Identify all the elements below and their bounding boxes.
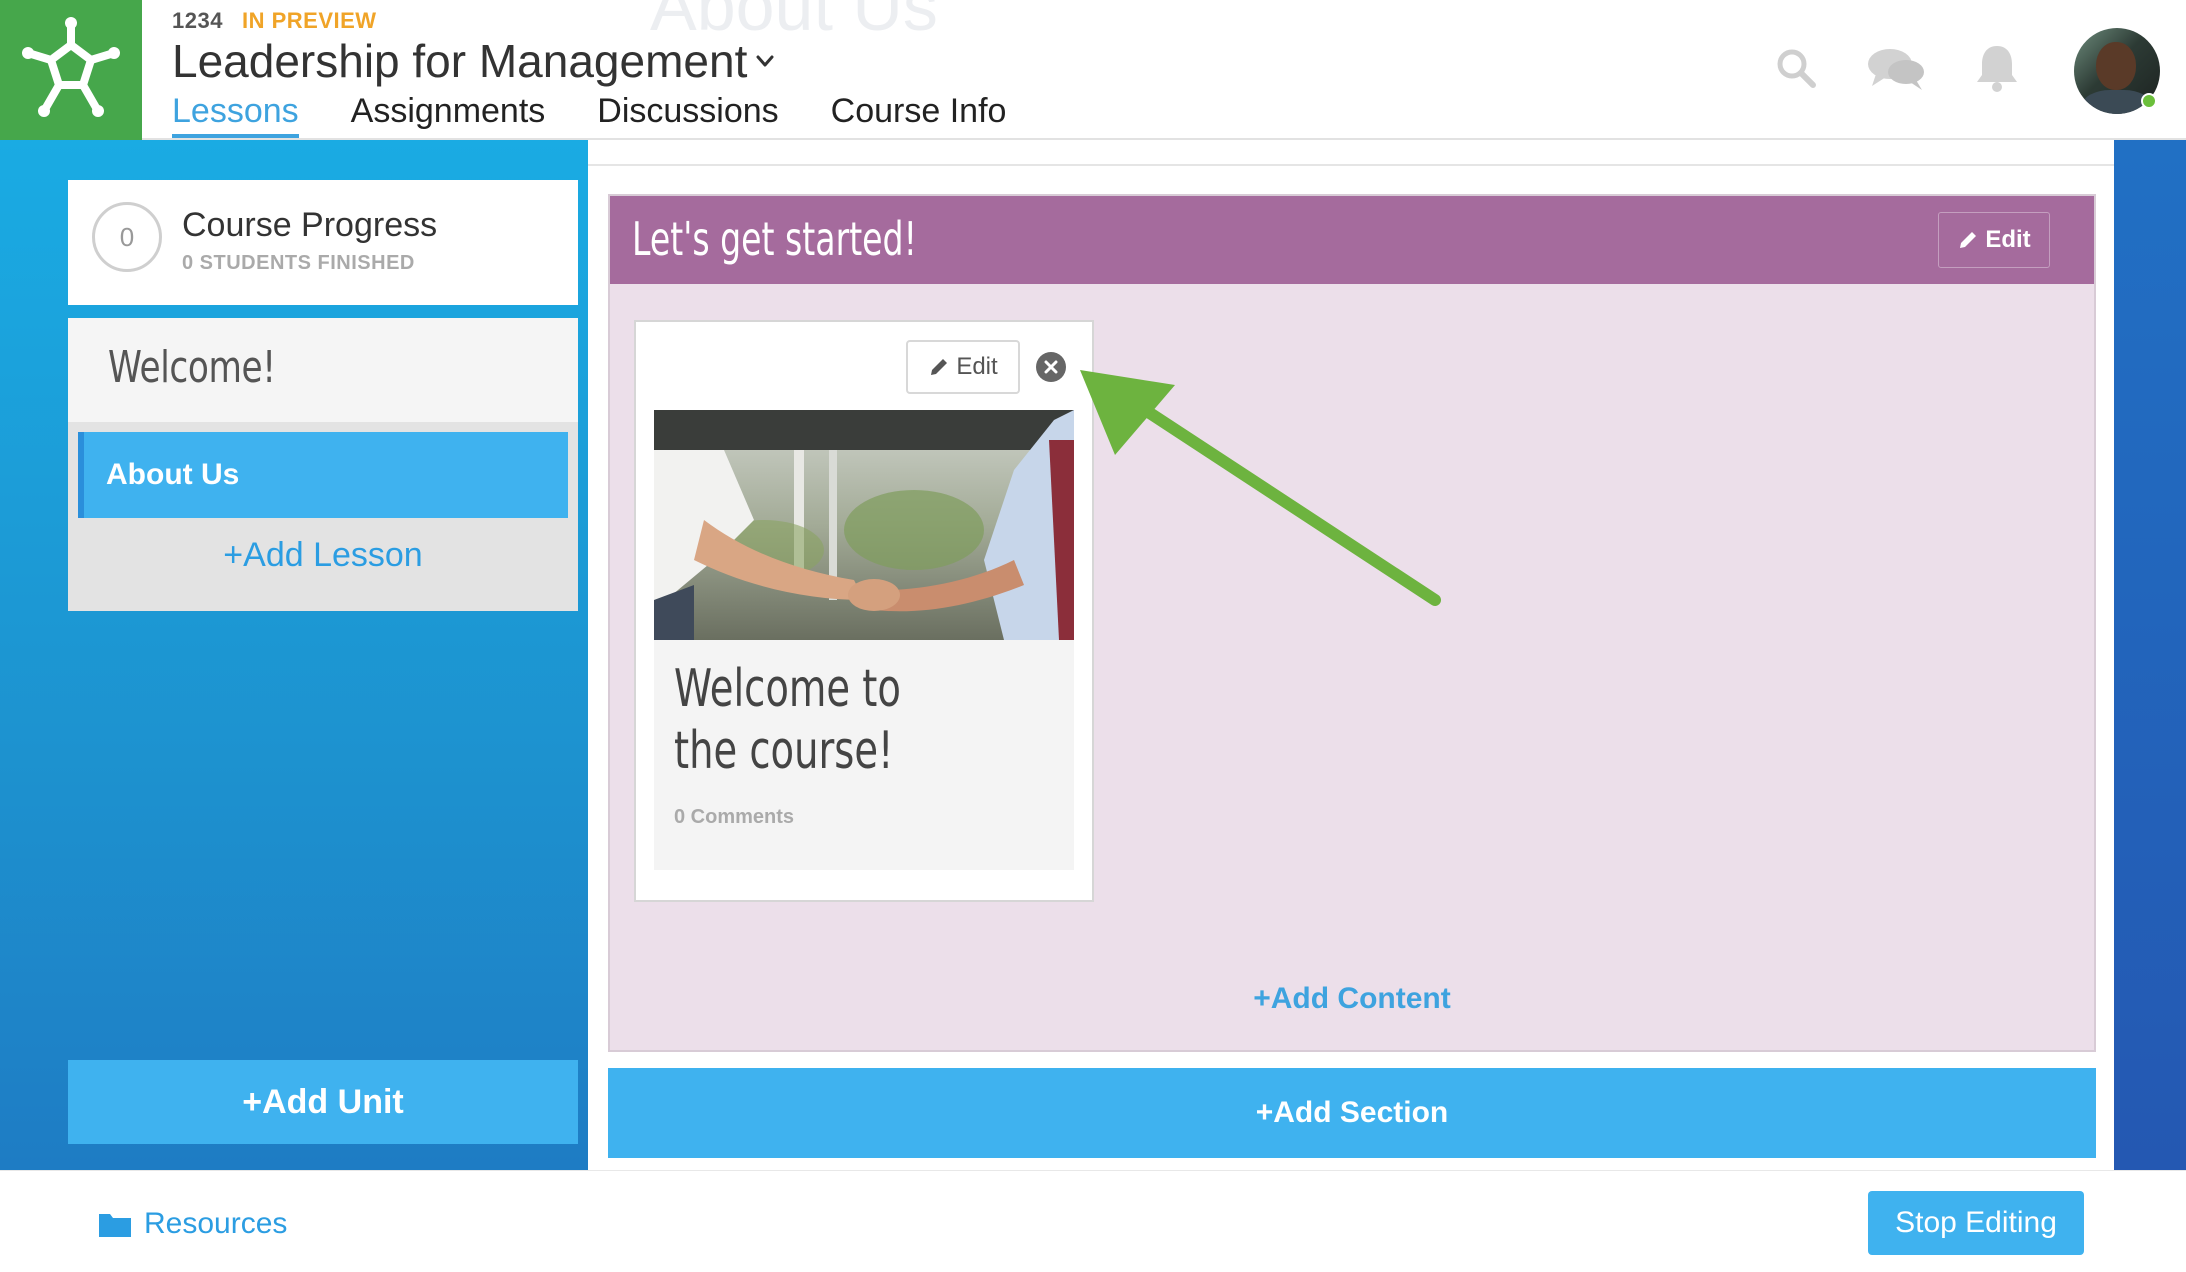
close-icon [1044,360,1058,374]
add-unit-button[interactable]: +Add Unit [68,1060,578,1144]
stop-editing-button[interactable]: Stop Editing [1868,1191,2084,1255]
course-outline-sidebar: 0 Course Progress 0 STUDENTS FINISHED We… [0,140,588,1170]
chat-icon[interactable] [1866,46,1926,92]
add-content-button[interactable]: +Add Content [610,982,2094,1016]
card-comments-count: 0 Comments [674,806,795,828]
card-edit-label: Edit [956,353,998,380]
resources-label: Resources [144,1207,288,1240]
footer-bar: Resources Stop Editing [0,1170,2186,1272]
course-code: 1234 [172,8,223,33]
progress-subtitle: 0 STUDENTS FINISHED [182,252,415,274]
section-title: Let's get started! [632,212,917,266]
unit-card: Welcome! About Us +Add Lesson [68,318,578,611]
course-tabs: Lessons Assignments Discussions Course I… [172,90,1058,138]
handshake-photo [654,410,1074,640]
progress-title: Course Progress [182,206,438,244]
top-navigation-bar: About Us 1234 IN PREVIEW Leadership for … [0,0,2186,140]
course-title: Leadership for Management [172,35,748,87]
section-edit-label: Edit [1985,226,2031,253]
resources-link[interactable]: Resources [98,1207,287,1241]
add-lesson-button[interactable]: +Add Lesson [68,536,578,575]
lesson-label: About Us [106,458,240,491]
pencil-icon [931,359,948,375]
section-header: Let's get started! Edit [610,196,2094,284]
content-card[interactable]: Edit Welcome to the course! 0 Comments [634,320,1094,902]
avatar-face [2096,42,2136,90]
card-remove-button[interactable] [1036,352,1066,382]
card-title: Welcome to the course! [674,659,901,781]
progress-count-circle: 0 [92,202,162,272]
pencil-icon [1960,232,1977,248]
app-logo[interactable] [0,0,142,140]
tab-course-info[interactable]: Course Info [831,90,1007,138]
lesson-content-area: Let's get started! Edit Edit Welcome to … [588,140,2114,1170]
tab-discussions[interactable]: Discussions [597,90,778,138]
card-thumbnail-image [654,410,1074,640]
lesson-section: Let's get started! Edit Edit Welcome to … [608,194,2096,1052]
course-progress-card[interactable]: 0 Course Progress 0 STUDENTS FINISHED [68,180,578,305]
card-edit-button[interactable]: Edit [906,340,1020,394]
course-switcher[interactable]: Leadership for Management [172,34,775,88]
tab-lessons[interactable]: Lessons [172,90,299,138]
add-section-button[interactable]: +Add Section [608,1068,2096,1158]
tab-assignments[interactable]: Assignments [351,90,546,138]
section-edit-button[interactable]: Edit [1938,212,2050,268]
right-edge-strip [2114,140,2186,1170]
unit-title: Welcome! [108,342,276,393]
divider [588,164,2114,166]
folder-icon [99,1214,131,1237]
lesson-item-about-us[interactable]: About Us [78,432,568,518]
logo-star-icon [22,17,120,117]
preview-status-badge: IN PREVIEW [242,8,377,33]
search-icon[interactable] [1774,46,1818,90]
card-body: Welcome to the course! 0 Comments [654,410,1074,870]
unit-header[interactable]: Welcome! [68,318,578,422]
bell-icon[interactable] [1974,42,2020,94]
online-status-indicator [2141,93,2157,109]
chevron-down-icon [756,55,774,67]
